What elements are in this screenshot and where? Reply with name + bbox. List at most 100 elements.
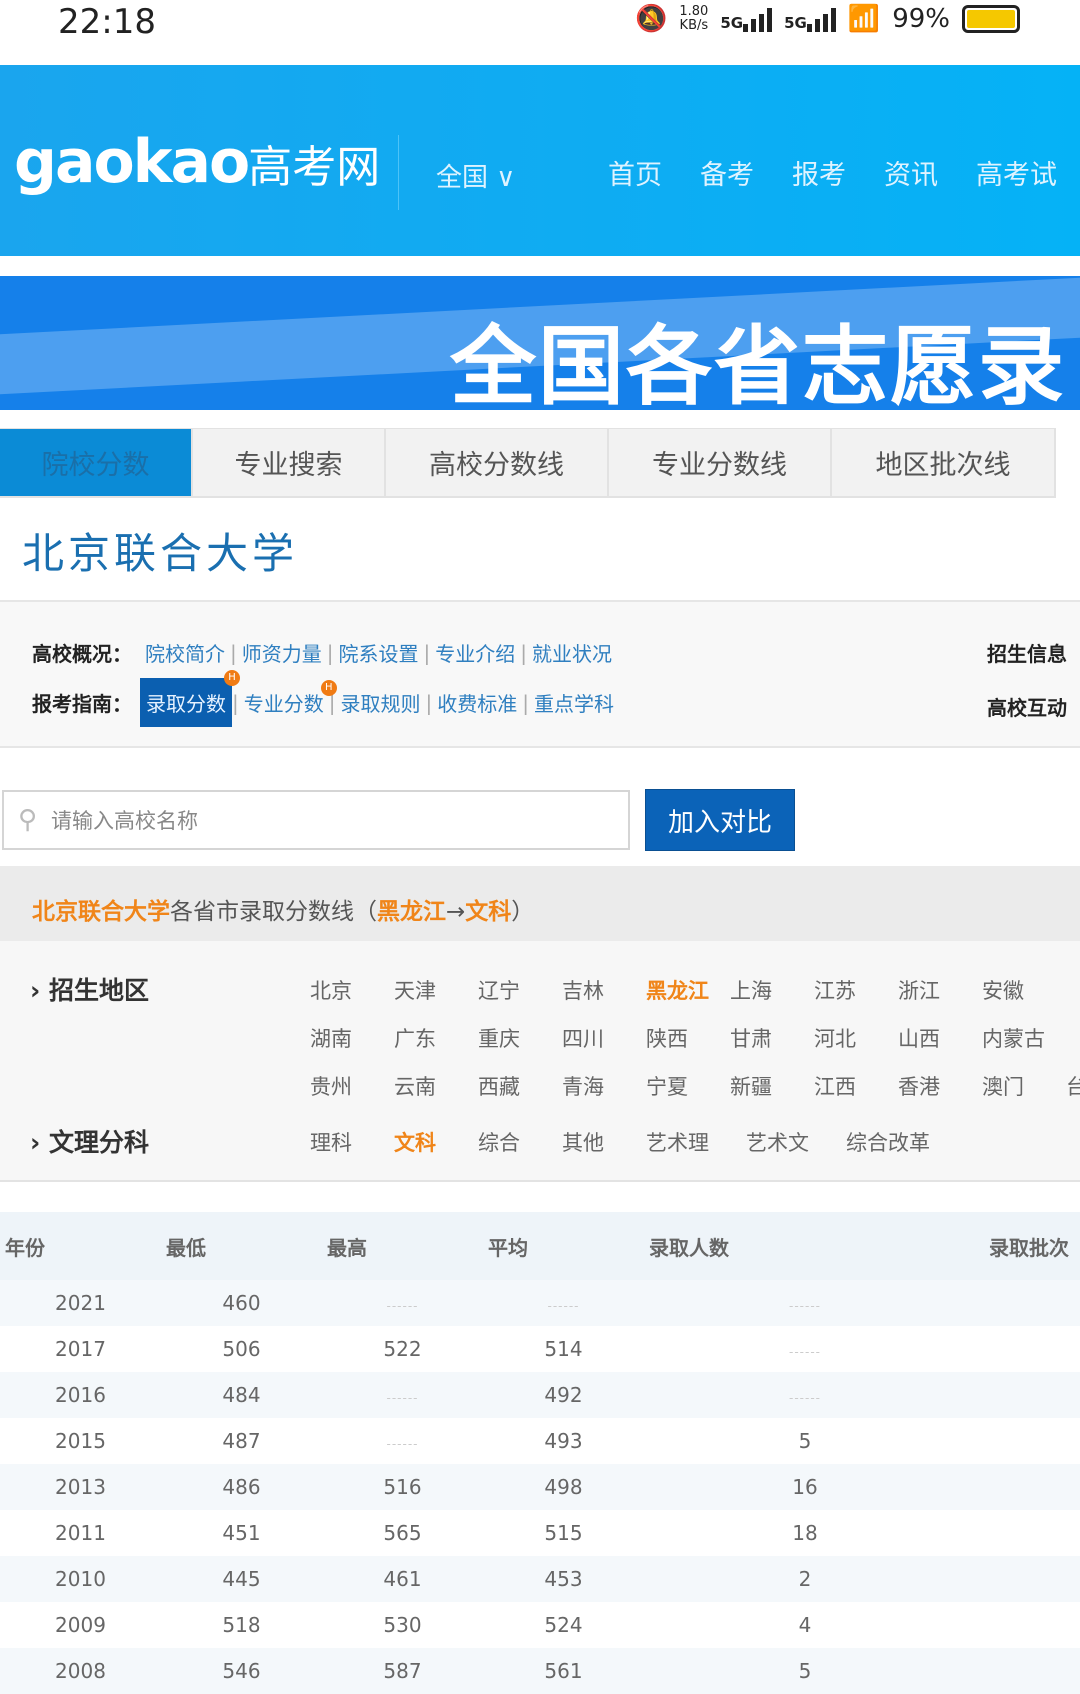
page-title: 北京联合大学 [22, 529, 299, 578]
type-option[interactable]: 艺术理 [646, 1127, 746, 1157]
tab-college-lines[interactable]: 高校分数线 [386, 429, 609, 498]
nav-prepare[interactable]: 备考 [700, 153, 754, 192]
type-option[interactable]: 文科 [394, 1127, 478, 1157]
cell-count: ------ [644, 1291, 966, 1315]
region-option[interactable]: 四川 [562, 1023, 646, 1053]
type-filter-label: › 文理分科 [30, 1128, 150, 1157]
cell-avg-value: 498 [544, 1475, 583, 1499]
region-option[interactable]: 重庆 [478, 1023, 562, 1053]
region-option[interactable]: 江西 [814, 1071, 898, 1101]
region-option[interactable]: 河北 [814, 1023, 898, 1053]
region-option[interactable]: 内蒙古 [982, 1023, 1066, 1053]
tab-major-lines[interactable]: 专业分数线 [609, 429, 832, 498]
region-option[interactable]: 西藏 [478, 1071, 562, 1101]
region-option[interactable]: 甘肃 [730, 1023, 814, 1053]
nav-apply[interactable]: 报考 [792, 153, 846, 192]
link-admission-scores[interactable]: 录取分数 H [140, 670, 240, 727]
link-majors[interactable]: 专业介绍 [430, 638, 520, 667]
tab-school-scores[interactable]: 院校分数 [0, 429, 193, 498]
region-selector[interactable]: 全国 ∨ [436, 157, 515, 194]
banner-text: 全国各省志愿录 [450, 317, 1066, 410]
cell-count: 5 [644, 1429, 966, 1453]
region-option[interactable]: 香港 [898, 1071, 982, 1101]
link-rules[interactable]: 录取规则 [336, 688, 426, 717]
overview-row: 高校概况： 院校简介 | 师资力量 | 院系设置 | 专业介绍 | 就业状况 [32, 638, 617, 667]
link-major-scores[interactable]: 专业分数 H [239, 680, 337, 717]
cell-avg-value: 514 [544, 1337, 583, 1361]
region-option[interactable]: 贵州 [310, 1071, 394, 1101]
region-option[interactable]: 安徽 [982, 975, 1066, 1005]
link-departments[interactable]: 院系设置 [334, 638, 424, 667]
school-search-input[interactable]: ⚲ 请输入高校名称 [2, 790, 630, 850]
cell-max-value: 522 [383, 1337, 422, 1361]
cell-count: 2 [644, 1567, 966, 1591]
type-filter-text: 文理分科 [49, 1128, 150, 1157]
region-option[interactable]: 云南 [394, 1071, 478, 1101]
region-option[interactable]: 广东 [394, 1023, 478, 1053]
heading-text: 各省市录取分数线（ [170, 899, 377, 925]
cell-max: 587 [322, 1659, 483, 1683]
cell-max-value: 530 [383, 1613, 422, 1637]
tab-major-search[interactable]: 专业搜索 [193, 429, 386, 498]
region-option[interactable]: 宁夏 [646, 1071, 730, 1101]
region-option[interactable]: 辽宁 [478, 975, 562, 1005]
region-option[interactable]: 新疆 [730, 1071, 814, 1101]
region-option[interactable]: 北京 [310, 975, 394, 1005]
nav-news[interactable]: 资讯 [884, 153, 938, 192]
link-admissions-info[interactable]: 招生信息 [987, 638, 1067, 667]
overview-label: 高校概况： [32, 642, 132, 666]
cell-min: 506 [161, 1337, 322, 1361]
cell-year: 2016 [0, 1383, 161, 1407]
link-intro[interactable]: 院校简介 [140, 638, 230, 667]
cell-min-value: 460 [222, 1291, 261, 1315]
heading-arrow: → [446, 899, 466, 925]
nav-exam[interactable]: 高考试 [976, 153, 1057, 192]
cell-avg-value: 524 [544, 1613, 583, 1637]
cell-avg: 492 [483, 1383, 644, 1407]
region-option[interactable]: 江苏 [814, 975, 898, 1005]
add-compare-button[interactable]: 加入对比 [645, 789, 795, 851]
cell-count: 16 [644, 1475, 966, 1499]
region-option[interactable]: 陕西 [646, 1023, 730, 1053]
link-employment[interactable]: 就业状况 [527, 638, 617, 667]
type-option[interactable]: 综合改革 [846, 1127, 946, 1157]
cell-year: 2010 [0, 1567, 161, 1591]
cell-max: ------ [322, 1383, 483, 1407]
region-label: 全国 [436, 163, 489, 193]
cell-max: 530 [322, 1613, 483, 1637]
type-option[interactable]: 理科 [310, 1127, 394, 1157]
region-option[interactable]: 湖南 [310, 1023, 394, 1053]
type-option[interactable]: 综合 [478, 1127, 562, 1157]
cell-max-value: ------ [386, 1391, 419, 1405]
region-option[interactable]: 浙江 [898, 975, 982, 1005]
site-logo[interactable]: gaokao高考网 [14, 127, 380, 197]
cell-year: 2008 [0, 1659, 161, 1683]
link-key-disciplines[interactable]: 重点学科 [529, 688, 619, 717]
tab-region-lines[interactable]: 地区批次线 [832, 429, 1056, 498]
cell-count-value: 5 [798, 1429, 812, 1453]
banner[interactable]: 全国各省志愿录 [0, 276, 1080, 410]
region-option[interactable]: 青海 [562, 1071, 646, 1101]
region-option[interactable]: 黑龙江 [646, 975, 730, 1005]
signal-1-icon: 5G [720, 6, 773, 32]
link-faculty[interactable]: 师资力量 [237, 638, 327, 667]
table-row: 2017 506 522 514 ------ [0, 1326, 1080, 1372]
type-option[interactable]: 其他 [562, 1127, 646, 1157]
type-option[interactable]: 艺术文 [746, 1127, 846, 1157]
link-interaction[interactable]: 高校互动 [987, 692, 1067, 721]
cell-max-value: 565 [383, 1521, 422, 1545]
cell-max: ------ [322, 1291, 483, 1315]
cell-min: 518 [161, 1613, 322, 1637]
region-option[interactable]: 吉林 [562, 975, 646, 1005]
region-option[interactable]: 山西 [898, 1023, 982, 1053]
region-option[interactable]: 上海 [730, 975, 814, 1005]
link-fees[interactable]: 收费标准 [432, 688, 522, 717]
table-row: 2016 484 ------ 492 ------ [0, 1372, 1080, 1418]
status-icons: 🔕 1.80 KB/s 5G 5G 📶 99% [635, 4, 1020, 34]
region-option[interactable]: 台 [1066, 1071, 1080, 1101]
cell-min-value: 487 [222, 1429, 261, 1453]
nav-home[interactable]: 首页 [608, 153, 662, 192]
region-option[interactable]: 澳门 [982, 1071, 1066, 1101]
region-filter-label: › 招生地区 [30, 976, 150, 1005]
region-option[interactable]: 天津 [394, 975, 478, 1005]
